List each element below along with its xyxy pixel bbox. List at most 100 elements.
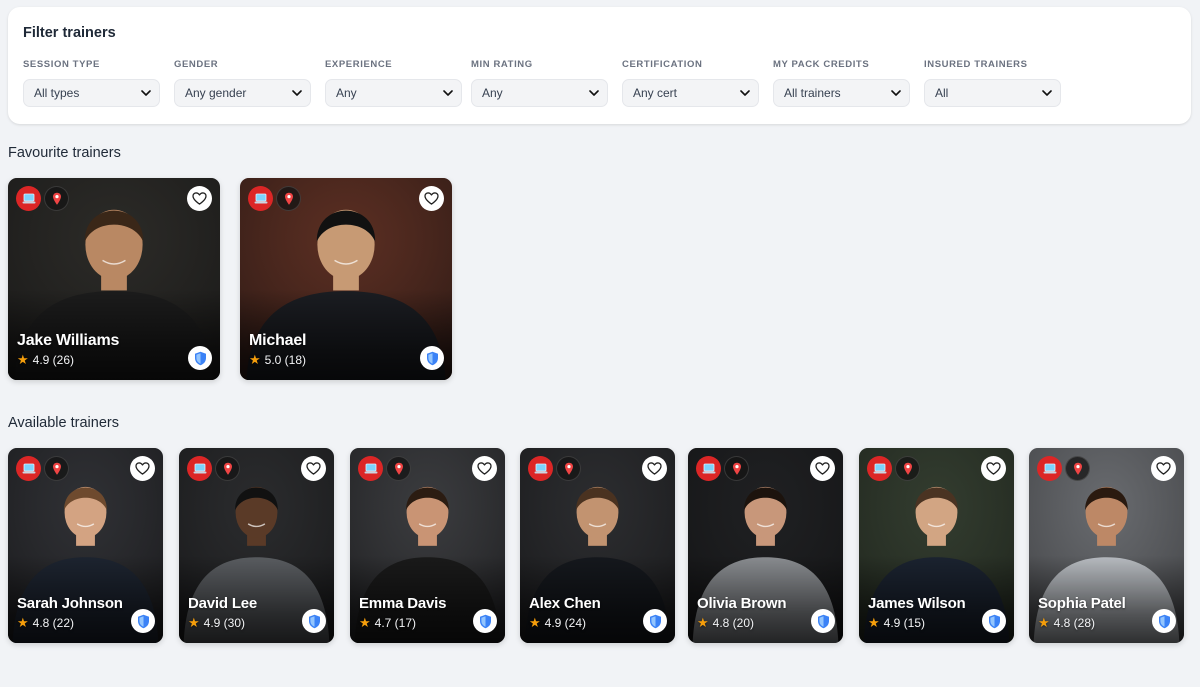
location-pin-icon	[276, 186, 301, 211]
rating-value: 4.9 (26)	[32, 353, 75, 367]
trainer-card[interactable]: Michael ★ 5.0 (18)	[240, 178, 452, 380]
filter-select[interactable]: Any	[325, 79, 462, 107]
trainer-rating: ★ 4.7 (17)	[359, 615, 416, 631]
star-icon: ★	[188, 615, 200, 630]
location-pin-icon	[724, 456, 749, 481]
trainer-rating: ★ 5.0 (18)	[249, 352, 306, 368]
session-badges	[358, 456, 411, 481]
heart-icon[interactable]	[301, 456, 326, 481]
rating-value: 4.9 (30)	[203, 616, 246, 630]
laptop-icon	[528, 456, 553, 481]
filter-select[interactable]: All types	[23, 79, 160, 107]
chevron-down-icon	[141, 90, 151, 96]
session-badges	[16, 456, 69, 481]
heart-icon[interactable]	[472, 456, 497, 481]
trainer-name: Emma Davis	[359, 595, 447, 612]
star-icon: ★	[17, 352, 29, 367]
laptop-icon	[696, 456, 721, 481]
filter-select[interactable]: Any cert	[622, 79, 759, 107]
star-icon: ★	[868, 615, 880, 630]
laptop-icon	[187, 456, 212, 481]
filter-value: All	[935, 86, 949, 100]
trainer-card[interactable]: Alex Chen ★ 4.9 (24)	[520, 448, 675, 643]
trainer-name: Sarah Johnson	[17, 595, 123, 612]
trainer-rating: ★ 4.8 (22)	[17, 615, 74, 631]
laptop-icon	[16, 186, 41, 211]
chevron-down-icon	[740, 90, 750, 96]
location-pin-icon	[895, 456, 920, 481]
shield-icon	[131, 609, 155, 633]
favourites-title: Favourite trainers	[8, 145, 121, 161]
trainer-card[interactable]: Sarah Johnson ★ 4.8 (22)	[8, 448, 163, 643]
filter-value: Any	[482, 86, 503, 100]
trainer-card[interactable]: Emma Davis ★ 4.7 (17)	[350, 448, 505, 643]
session-badges	[187, 456, 240, 481]
rating-value: 4.8 (20)	[712, 616, 755, 630]
filter-select[interactable]: All trainers	[773, 79, 910, 107]
filter-value: Any gender	[185, 86, 247, 100]
filter-label: CERTIFICATION	[622, 59, 703, 70]
laptop-icon	[16, 456, 41, 481]
session-badges	[248, 186, 301, 211]
location-pin-icon	[556, 456, 581, 481]
location-pin-icon	[44, 456, 69, 481]
heart-icon[interactable]	[981, 456, 1006, 481]
location-pin-icon	[386, 456, 411, 481]
filter-my-pack-credits: MY PACK CREDITS All trainers	[773, 59, 914, 107]
heart-icon[interactable]	[130, 456, 155, 481]
filter-label: MIN RATING	[471, 59, 533, 70]
star-icon: ★	[697, 615, 709, 630]
trainer-name: Jake Williams	[17, 332, 120, 349]
session-badges	[1037, 456, 1090, 481]
trainer-rating: ★ 4.8 (20)	[697, 615, 754, 631]
available-title: Available trainers	[8, 415, 119, 431]
rating-value: 5.0 (18)	[264, 353, 307, 367]
trainer-name: Alex Chen	[529, 595, 601, 612]
heart-icon[interactable]	[187, 186, 212, 211]
filter-label: INSURED TRAINERS	[924, 59, 1028, 70]
chevron-down-icon	[589, 90, 599, 96]
filter-select[interactable]: All	[924, 79, 1061, 107]
shield-icon	[811, 609, 835, 633]
trainer-card[interactable]: James Wilson ★ 4.9 (15)	[859, 448, 1014, 643]
filter-label: MY PACK CREDITS	[773, 59, 870, 70]
location-pin-icon	[215, 456, 240, 481]
trainer-card[interactable]: Jake Williams ★ 4.9 (26)	[8, 178, 220, 380]
trainer-name: David Lee	[188, 595, 258, 612]
star-icon: ★	[1038, 615, 1050, 630]
laptop-icon	[1037, 456, 1062, 481]
rating-value: 4.9 (24)	[544, 616, 587, 630]
rating-value: 4.9 (15)	[883, 616, 926, 630]
location-pin-icon	[44, 186, 69, 211]
filter-value: Any cert	[633, 86, 678, 100]
trainer-card[interactable]: Sophia Patel ★ 4.8 (28)	[1029, 448, 1184, 643]
filter-select[interactable]: Any gender	[174, 79, 311, 107]
session-badges	[16, 186, 69, 211]
heart-icon[interactable]	[810, 456, 835, 481]
trainer-card[interactable]: David Lee ★ 4.9 (30)	[179, 448, 334, 643]
laptop-icon	[867, 456, 892, 481]
heart-icon[interactable]	[642, 456, 667, 481]
chevron-down-icon	[292, 90, 302, 96]
filter-title: Filter trainers	[23, 25, 116, 41]
shield-icon	[188, 346, 212, 370]
filter-min-rating: MIN RATING Any	[471, 59, 612, 107]
rating-value: 4.8 (22)	[32, 616, 75, 630]
filter-experience: EXPERIENCE Any	[325, 59, 466, 107]
heart-icon[interactable]	[1151, 456, 1176, 481]
rating-value: 4.7 (17)	[374, 616, 417, 630]
laptop-icon	[358, 456, 383, 481]
rating-value: 4.8 (28)	[1053, 616, 1096, 630]
filter-panel: Filter trainers SESSION TYPE All types GEN…	[8, 7, 1191, 124]
filter-insured-trainers: INSURED TRAINERS All	[924, 59, 1065, 107]
laptop-icon	[248, 186, 273, 211]
filter-select[interactable]: Any	[471, 79, 608, 107]
trainer-rating: ★ 4.9 (26)	[17, 352, 74, 368]
trainer-card[interactable]: Olivia Brown ★ 4.8 (20)	[688, 448, 843, 643]
filter-value: Any	[336, 86, 357, 100]
location-pin-icon	[1065, 456, 1090, 481]
filter-label: EXPERIENCE	[325, 59, 393, 70]
heart-icon[interactable]	[419, 186, 444, 211]
trainer-name: James Wilson	[868, 595, 966, 612]
star-icon: ★	[359, 615, 371, 630]
